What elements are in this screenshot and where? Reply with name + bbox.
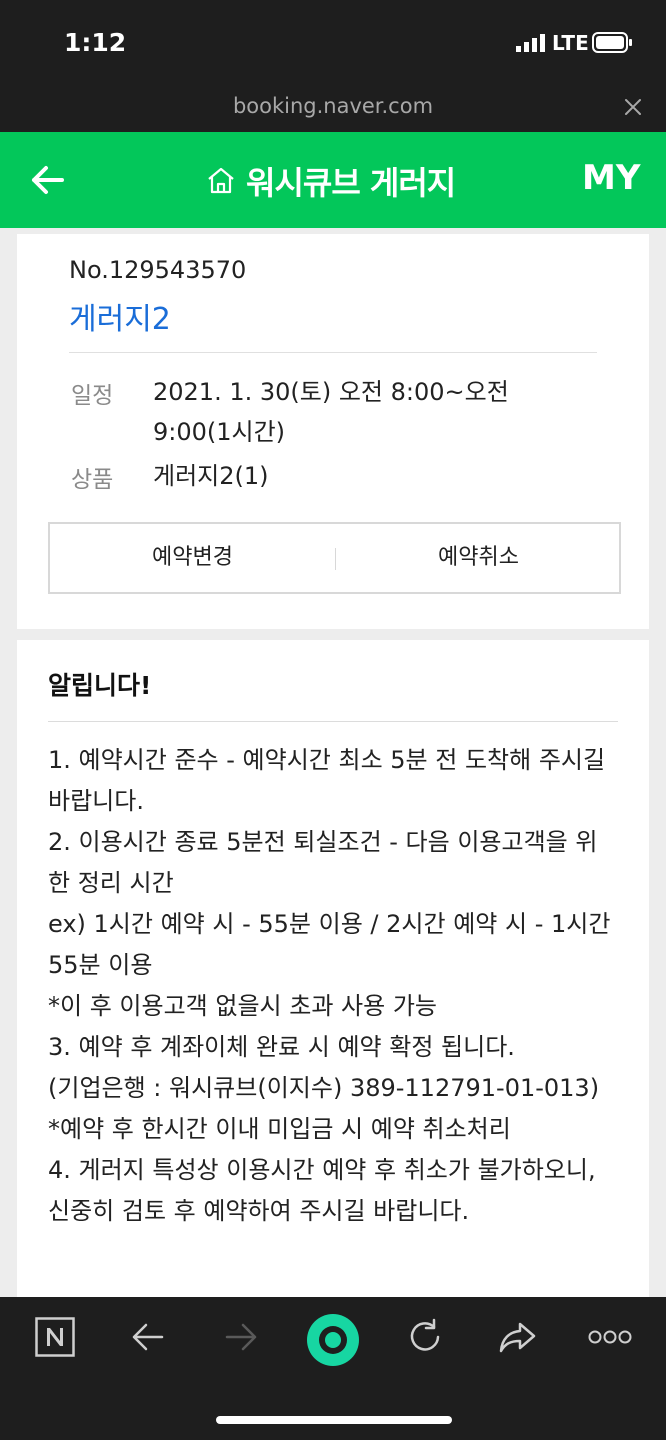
back-arrow-icon[interactable] [28, 160, 68, 200]
notice-line: 3. 예약 후 계좌이체 완료 시 예약 확정 됩니다. [48, 1033, 515, 1061]
home-indicator [216, 1416, 452, 1424]
notice-line: *예약 후 한시간 이내 미입금 시 예약 취소처리 [48, 1115, 511, 1143]
more-icon[interactable] [588, 1329, 632, 1345]
reservation-actions: 예약변경 예약취소 [48, 522, 621, 594]
close-icon[interactable] [620, 94, 646, 120]
naver-n-icon[interactable] [35, 1317, 75, 1357]
card-divider [69, 352, 597, 353]
notice-body: 1. 예약시간 준수 - 예약시간 최소 5분 전 도착해 주시길 바랍니다. … [48, 740, 618, 1232]
forward-arrow-icon[interactable] [221, 1317, 261, 1357]
url-bar: booking.naver.com [0, 86, 666, 132]
schedule-value: 2021. 1. 30(토) 오전 8:00~오전 9:00(1시간) [153, 378, 509, 446]
url-text: booking.naver.com [232, 94, 434, 118]
status-bar: 1:12 LTE [0, 0, 666, 86]
my-button[interactable]: MY [582, 158, 640, 198]
change-reservation-button[interactable]: 예약변경 [50, 524, 335, 592]
schedule-label: 일정 [71, 383, 114, 409]
back-arrow-icon[interactable] [128, 1317, 168, 1357]
share-icon[interactable] [498, 1317, 538, 1357]
reservation-number: No.129543570 [69, 256, 247, 284]
notice-card: 알립니다! 1. 예약시간 준수 - 예약시간 최소 5분 전 도착해 주시길 … [17, 640, 649, 1300]
refresh-icon[interactable] [405, 1317, 445, 1357]
battery-icon [592, 32, 632, 53]
notice-divider [48, 721, 618, 722]
page-header: 워시큐브 게러지 MY [0, 132, 666, 228]
product-name: 게러지2 [69, 302, 171, 337]
green-dot-icon[interactable] [306, 1313, 360, 1367]
notice-line: 4. 게러지 특성상 이용시간 예약 후 취소가 불가하오니, 신중히 검토 후… [48, 1156, 596, 1225]
reservation-card: No.129543570 게러지2 일정 2021. 1. 30(토) 오전 8… [17, 234, 649, 629]
signal-icon [516, 34, 545, 52]
home-icon [208, 167, 234, 194]
item-label: 상품 [71, 467, 114, 493]
item-value: 게러지2(1) [153, 462, 269, 490]
notice-line: (기업은행 : 워시큐브(이지수) 389-112791-01-013) [48, 1074, 600, 1102]
status-time: 1:12 [64, 28, 127, 57]
notice-line: *이 후 이용고객 없을시 초과 사용 가능 [48, 992, 437, 1020]
notice-title: 알립니다! [48, 671, 152, 700]
notice-line: 1. 예약시간 준수 - 예약시간 최소 5분 전 도착해 주시길 바랍니다. [48, 746, 606, 815]
browser-toolbar [0, 1297, 666, 1440]
notice-line: 2. 이용시간 종료 5분전 퇴실조건 - 다음 이용고객을 위한 정리 시간 [48, 828, 598, 897]
network-label: LTE [552, 31, 589, 55]
notice-line: ex) 1시간 예약 시 - 55분 이용 / 2시간 예약 시 - 1시간 5… [48, 910, 611, 979]
page-title: 워시큐브 게러지 [246, 164, 456, 202]
cancel-reservation-button[interactable]: 예약취소 [336, 524, 621, 592]
